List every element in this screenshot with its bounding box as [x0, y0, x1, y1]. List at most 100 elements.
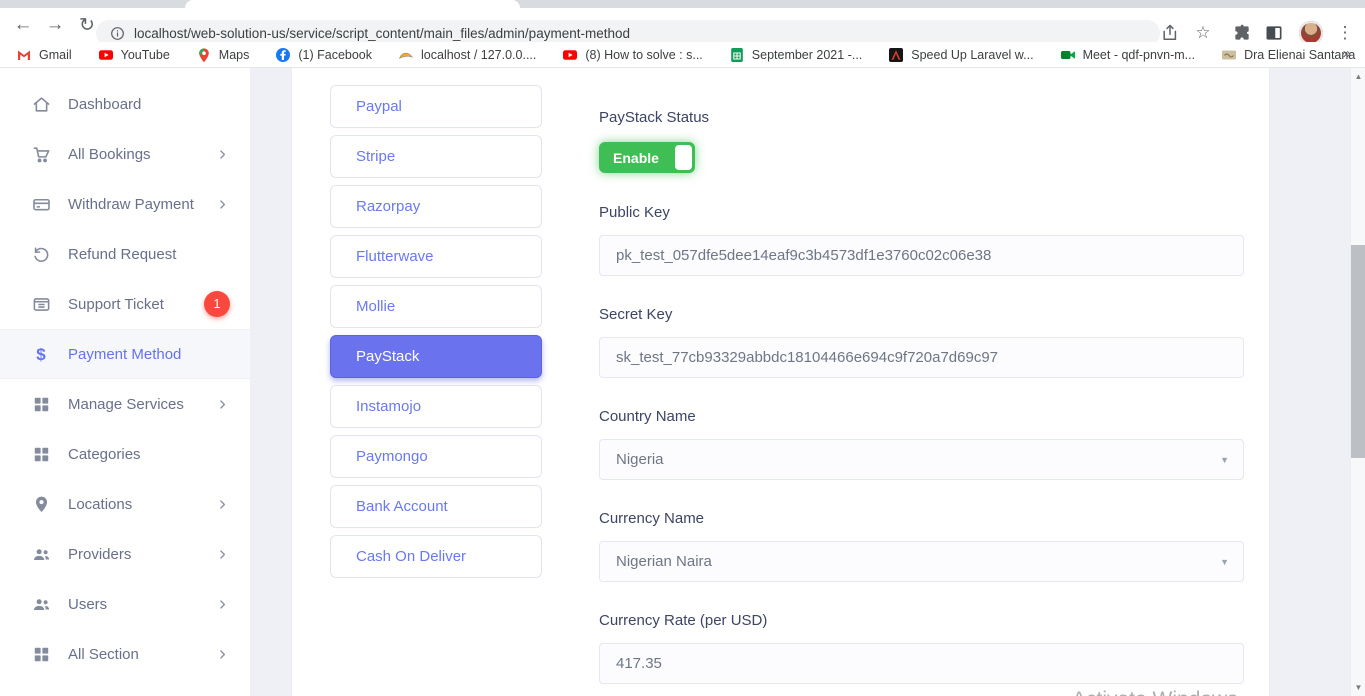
field-value: sk_test_77cb93329abbdc18104466e694c9f720… — [616, 349, 998, 366]
share-icon[interactable] — [1160, 23, 1180, 43]
side-panel-icon[interactable] — [1264, 23, 1284, 43]
secret-key-input[interactable]: sk_test_77cb93329abbdc18104466e694c9f720… — [599, 337, 1244, 378]
bookmark-label: Meet - qdf-pnvn-m... — [1083, 48, 1196, 62]
public-key-input[interactable]: pk_test_057dfe5dee14eaf9c3b4573df1e3760c… — [599, 235, 1244, 276]
bookmarks-overflow-chevron[interactable]: » — [1343, 45, 1351, 62]
chevron-right-icon — [216, 198, 229, 211]
scrollbar-thumb[interactable] — [1351, 245, 1365, 458]
field-value: 417.35 — [616, 655, 662, 672]
chevron-right-icon — [216, 648, 229, 661]
chevron-right-icon — [216, 498, 229, 511]
paystack-form: PayStack Status Enable Public Key pk_test… — [599, 109, 1244, 696]
bookmark-item[interactable]: YouTube — [98, 47, 170, 63]
field-value: pk_test_057dfe5dee14eaf9c3b4573df1e3760c… — [616, 247, 991, 264]
active-tab[interactable] — [185, 0, 520, 8]
chevron-right-icon — [216, 148, 229, 161]
payment-method-paypal[interactable]: Paypal — [330, 85, 542, 128]
back-button[interactable]: ← — [8, 8, 38, 42]
ticket-icon — [31, 294, 51, 314]
youtube-icon — [562, 47, 578, 63]
toggle-knob — [675, 145, 692, 170]
status-toggle[interactable]: Enable — [599, 142, 695, 173]
currency-name-select[interactable]: Nigerian Naira▼ — [599, 541, 1244, 582]
sidebar-item-locations[interactable]: Locations — [0, 479, 250, 529]
caret-down-icon: ▼ — [1220, 455, 1229, 465]
site-info-icon[interactable] — [110, 26, 125, 41]
bookmark-item[interactable]: Dra Elienai Santana — [1221, 47, 1355, 63]
bookmark-item[interactable]: September 2021 -... — [729, 47, 862, 63]
sidebar-item-support-ticket[interactable]: Support Ticket 1 — [0, 279, 250, 329]
sidebar-item-payment-method[interactable]: $ Payment Method — [0, 329, 250, 379]
currency-rate-per-usd-input[interactable]: 417.35 — [599, 643, 1244, 684]
payment-method-cash-on-deliver[interactable]: Cash On Deliver — [330, 535, 542, 578]
field-label: Public Key — [599, 204, 1244, 221]
notification-badge: 1 — [204, 291, 230, 317]
sidebar-item-manage-services[interactable]: Manage Services — [0, 379, 250, 429]
sidebar-item-all-bookings[interactable]: All Bookings — [0, 129, 250, 179]
chevron-right-icon — [216, 398, 229, 411]
bookmark-item[interactable]: (1) Facebook — [275, 47, 372, 63]
dollar-icon: $ — [31, 344, 51, 364]
menu-dots-icon[interactable]: ⋮ — [1335, 23, 1355, 43]
laravel-icon — [888, 47, 904, 63]
meet-icon — [1060, 47, 1076, 63]
bookmark-item[interactable]: Speed Up Laravel w... — [888, 47, 1033, 63]
facebook-icon — [275, 47, 291, 63]
payment-method-instamojo[interactable]: Instamojo — [330, 385, 542, 428]
payment-method-bank-account[interactable]: Bank Account — [330, 485, 542, 528]
field-group-currency-name: Currency NameNigerian Naira▼ — [599, 510, 1244, 582]
users-icon — [31, 544, 51, 564]
forward-button[interactable]: → — [40, 8, 70, 42]
sidebar-item-label: Users — [68, 596, 107, 613]
sidebar-item-withdraw-payment[interactable]: Withdraw Payment — [0, 179, 250, 229]
sidebar-item-users[interactable]: Users — [0, 579, 250, 629]
sidebar-item-providers[interactable]: Providers — [0, 529, 250, 579]
scroll-up-icon[interactable]: ▲ — [1351, 72, 1365, 81]
payment-method-razorpay[interactable]: Razorpay — [330, 185, 542, 228]
status-label: PayStack Status — [599, 109, 1244, 126]
field-group-currency-rate-per-usd: Currency Rate (per USD)417.35 — [599, 612, 1244, 684]
sidebar-item-label: Support Ticket — [68, 296, 164, 313]
bookmark-item[interactable]: (8) How to solve : s... — [562, 47, 702, 63]
bookmark-item[interactable]: Gmail — [16, 47, 72, 63]
sidebar-item-all-section[interactable]: All Section — [0, 629, 250, 679]
bookmark-item[interactable]: Maps — [196, 47, 250, 63]
sidebar-item-label: All Bookings — [68, 146, 151, 163]
chevron-right-icon — [216, 548, 229, 561]
status-toggle-label: Enable — [599, 142, 673, 173]
bookmark-item[interactable]: localhost / 127.0.0.... — [398, 47, 536, 63]
sidebar-item-label: Payment Method — [68, 346, 181, 363]
url-text[interactable]: localhost/web-solution-us/service/script… — [134, 26, 630, 41]
sidebar-item-dashboard[interactable]: Dashboard — [0, 79, 250, 129]
payment-method-mollie[interactable]: Mollie — [330, 285, 542, 328]
sidebar-item-label: Categories — [68, 446, 141, 463]
country-name-select[interactable]: Nigeria ▼ — [599, 439, 1244, 480]
sidebar-item-categories[interactable]: Categories — [0, 429, 250, 479]
card-icon — [31, 194, 51, 214]
gmail-icon — [16, 47, 32, 63]
grid-icon — [31, 394, 51, 414]
bookmark-star-icon[interactable]: ☆ — [1193, 23, 1213, 43]
field-group-secret-key: Secret Key sk_test_77cb93329abbdc18104466… — [599, 306, 1244, 378]
sidebar-item-refund-request[interactable]: Refund Request — [0, 229, 250, 279]
page-content: Dashboard All Bookings Withdraw PaymentRef… — [0, 68, 1365, 696]
users-icon — [31, 594, 51, 614]
youtube-icon — [98, 47, 114, 63]
field-value: Nigerian Naira — [616, 553, 712, 570]
field-value: Nigeria — [616, 451, 664, 468]
scroll-down-icon[interactable]: ▼ — [1351, 683, 1365, 692]
payment-method-paymongo[interactable]: Paymongo — [330, 435, 542, 478]
extensions-icon[interactable] — [1232, 23, 1252, 43]
page-scrollbar[interactable]: ▲ ▼ — [1350, 68, 1365, 696]
browser-toolbar: ← → ↻ localhost/web-solution-us/service/… — [0, 8, 1365, 42]
bookmark-label: September 2021 -... — [752, 48, 862, 62]
field-label: Secret Key — [599, 306, 1244, 323]
bookmark-item[interactable]: Meet - qdf-pnvn-m... — [1060, 47, 1196, 63]
field-label: Country Name — [599, 408, 1244, 425]
grid-icon — [31, 644, 51, 664]
refund-icon — [31, 244, 51, 264]
payment-method-stripe[interactable]: Stripe — [330, 135, 542, 178]
payment-method-paystack[interactable]: PayStack — [330, 335, 542, 378]
payment-method-flutterwave[interactable]: Flutterwave — [330, 235, 542, 278]
site-icon — [1221, 47, 1237, 63]
